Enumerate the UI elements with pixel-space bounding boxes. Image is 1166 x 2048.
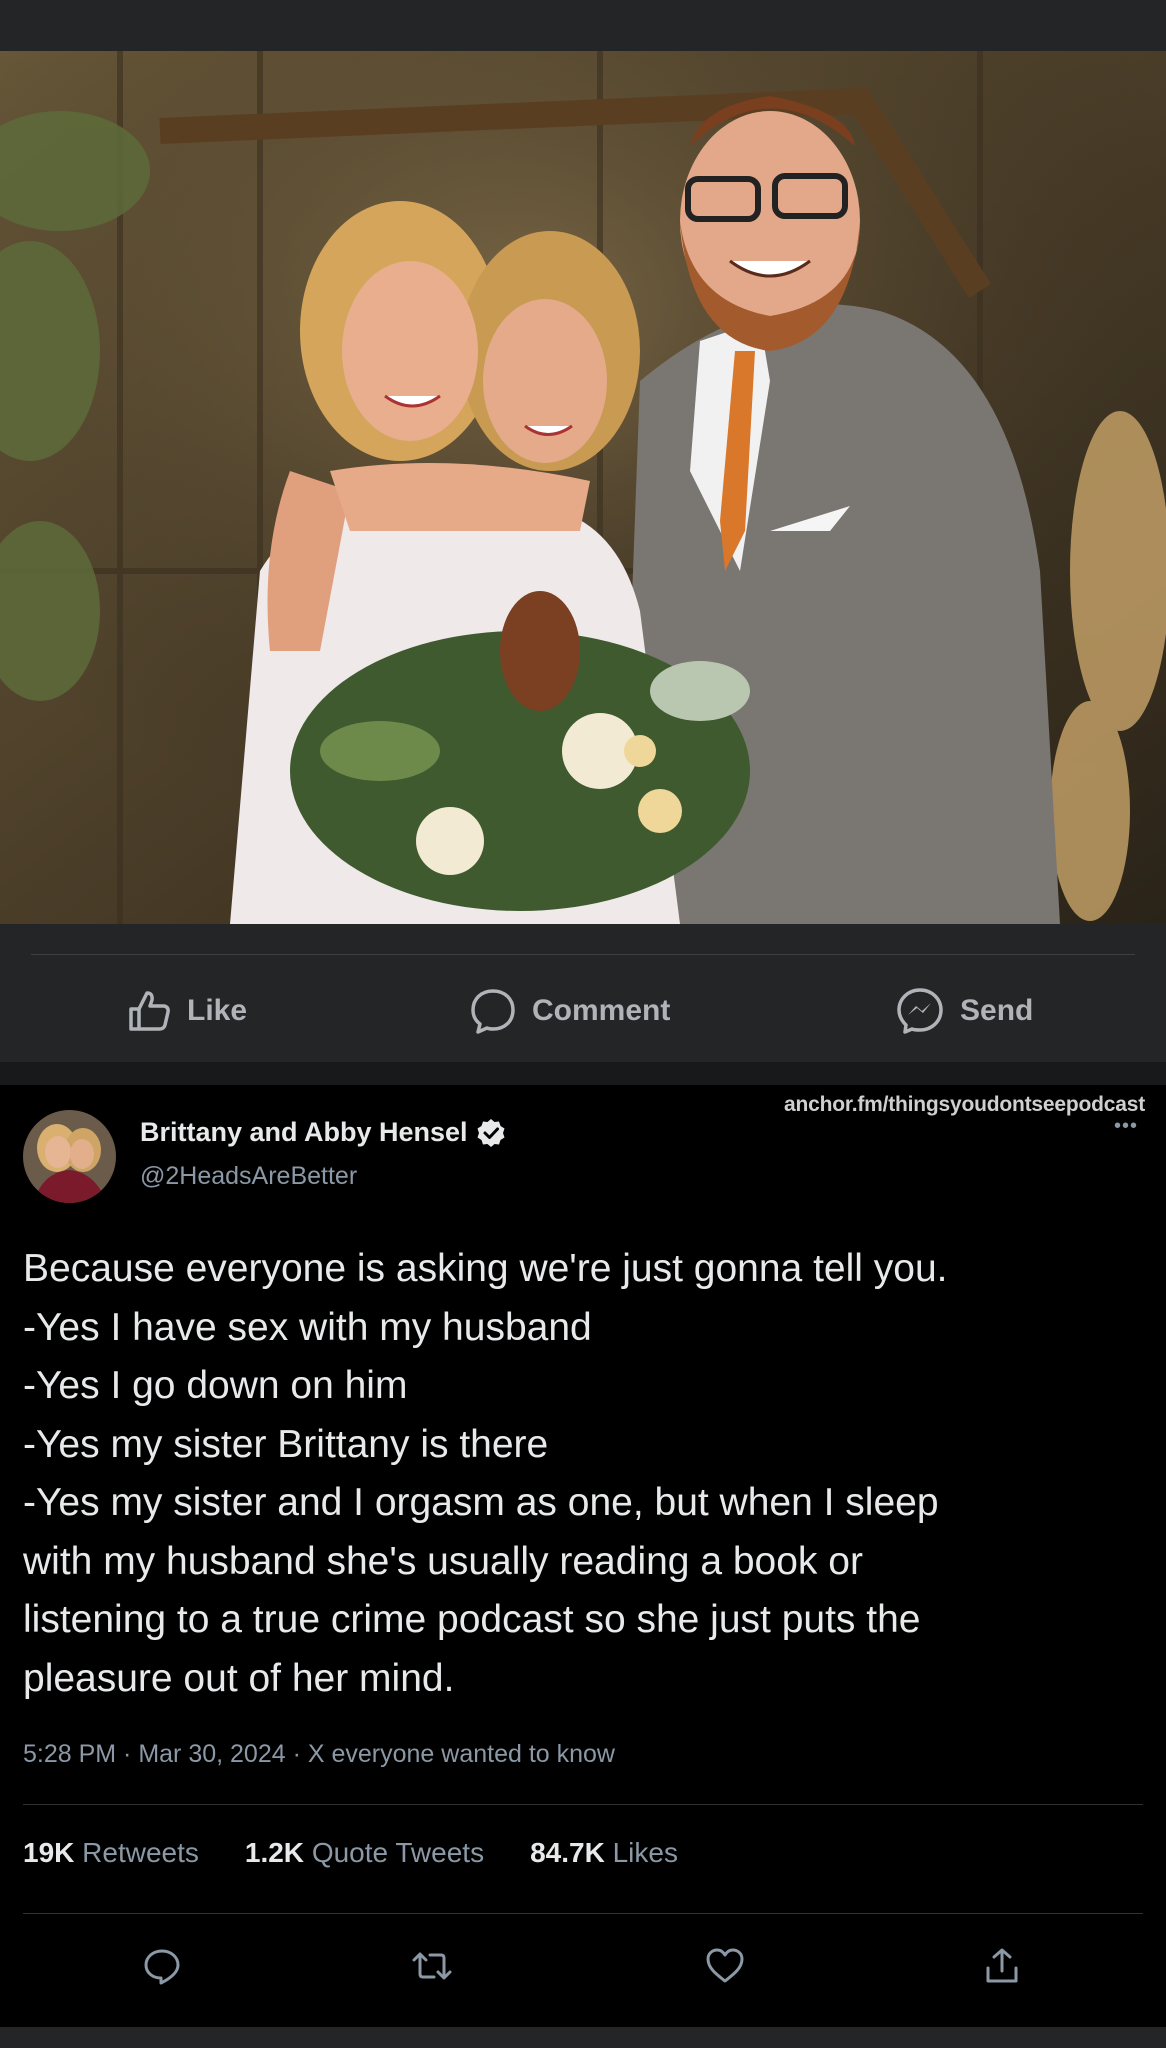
tweet-line: pleasure out of her mind.	[23, 1656, 455, 1700]
likes-label: Likes	[612, 1837, 678, 1868]
divider	[23, 1804, 1143, 1805]
reply-icon	[144, 1949, 180, 1985]
verified-badge-icon	[477, 1118, 505, 1147]
more-options-icon[interactable]: •••	[1114, 1115, 1138, 1138]
post-photo[interactable]	[0, 51, 1166, 924]
avatar[interactable]	[23, 1110, 116, 1203]
reply-button[interactable]	[142, 1946, 182, 1991]
share-icon	[986, 1948, 1018, 1983]
watermark-text: anchor.fm/thingsyoudontseepodcast	[784, 1093, 1145, 1116]
likes-count: 84.7K	[530, 1837, 605, 1868]
divider	[23, 1913, 1143, 1914]
post-separator	[0, 1062, 1166, 1085]
retweet-button[interactable]	[410, 1946, 454, 1991]
retweets-count: 19K	[23, 1837, 75, 1868]
tweet-text: Because everyone is asking we're just go…	[23, 1240, 1143, 1708]
wedding-photo-illustration	[0, 51, 1166, 924]
retweets-stat[interactable]: 19K Retweets	[23, 1837, 199, 1869]
tweet-line: -Yes my sister and I orgasm as one, but …	[23, 1481, 939, 1524]
comment-label: Comment	[532, 994, 671, 1027]
quote-tweets-count: 1.2K	[244, 1837, 305, 1868]
tweet-line: -Yes my sister Brittany is there	[23, 1422, 549, 1466]
screenshot-canvas: Like Comment Send anchor.fm/thingsyoudon…	[0, 0, 1166, 2048]
avatar-image	[23, 1110, 116, 1203]
tweet-action-bar	[0, 1930, 1166, 2000]
messenger-icon	[897, 988, 943, 1034]
thumbs-up-icon	[129, 991, 170, 1031]
tweet-line: Because everyone is asking we're just go…	[23, 1247, 948, 1290]
tweet-line: -Yes I have sex with my husband	[23, 1305, 592, 1349]
bottom-strip	[0, 2027, 1166, 2048]
tweet-line: with my husband she's usually reading a …	[23, 1539, 863, 1583]
send-button[interactable]: Send	[894, 986, 1033, 1036]
comment-button[interactable]: Comment	[468, 986, 670, 1036]
tweet-screenshot: anchor.fm/thingsyoudontseepodcast ••• Br…	[0, 1085, 1166, 2027]
share-button[interactable]	[982, 1946, 1022, 1991]
retweets-label: Retweets	[82, 1837, 199, 1868]
post-top-strip	[0, 0, 1166, 28]
heart-icon	[706, 1948, 744, 1983]
author-name-text: Brittany and Abby Hensel	[140, 1117, 468, 1147]
author-name[interactable]: Brittany and Abby Hensel	[140, 1117, 506, 1148]
post-divider	[31, 954, 1135, 955]
quote-tweets-stat[interactable]: 1.2K Quote Tweets	[245, 1837, 484, 1869]
tweet-line: -Yes I go down on him	[23, 1364, 408, 1407]
quote-tweets-label: Quote Tweets	[311, 1837, 485, 1868]
speech-bubble-icon	[471, 989, 515, 1034]
tweet-timestamp[interactable]: 5:28 PM · Mar 30, 2024 · X everyone want…	[23, 1740, 615, 1769]
tweet-stats: 19K Retweets 1.2K Quote Tweets 84.7K Lik…	[23, 1837, 724, 1869]
likes-stat[interactable]: 84.7K Likes	[530, 1837, 678, 1869]
like-tweet-button[interactable]	[704, 1946, 746, 1991]
tweet-line: listening to a true crime podcast so she…	[23, 1598, 921, 1641]
author-handle[interactable]: @2HeadsAreBetter	[140, 1162, 357, 1191]
like-button[interactable]: Like	[125, 986, 247, 1036]
retweet-icon	[412, 1952, 452, 1980]
send-label: Send	[960, 994, 1034, 1027]
like-label: Like	[187, 994, 248, 1027]
post-action-bar: Like Comment Send	[0, 960, 1166, 1062]
